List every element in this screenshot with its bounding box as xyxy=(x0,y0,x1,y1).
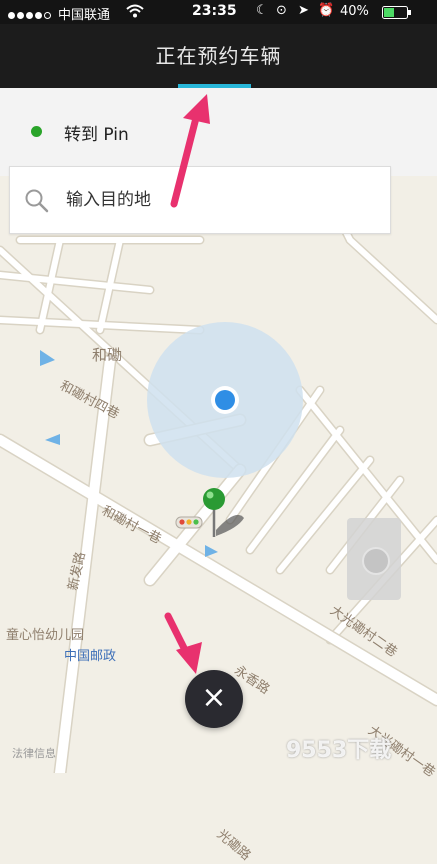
annotation-arrow-icon xyxy=(170,94,210,208)
annotation-arrow-icon xyxy=(164,612,202,674)
annotation-arrows xyxy=(164,94,210,674)
map-label-guang-road: 光磡路 xyxy=(213,827,254,864)
